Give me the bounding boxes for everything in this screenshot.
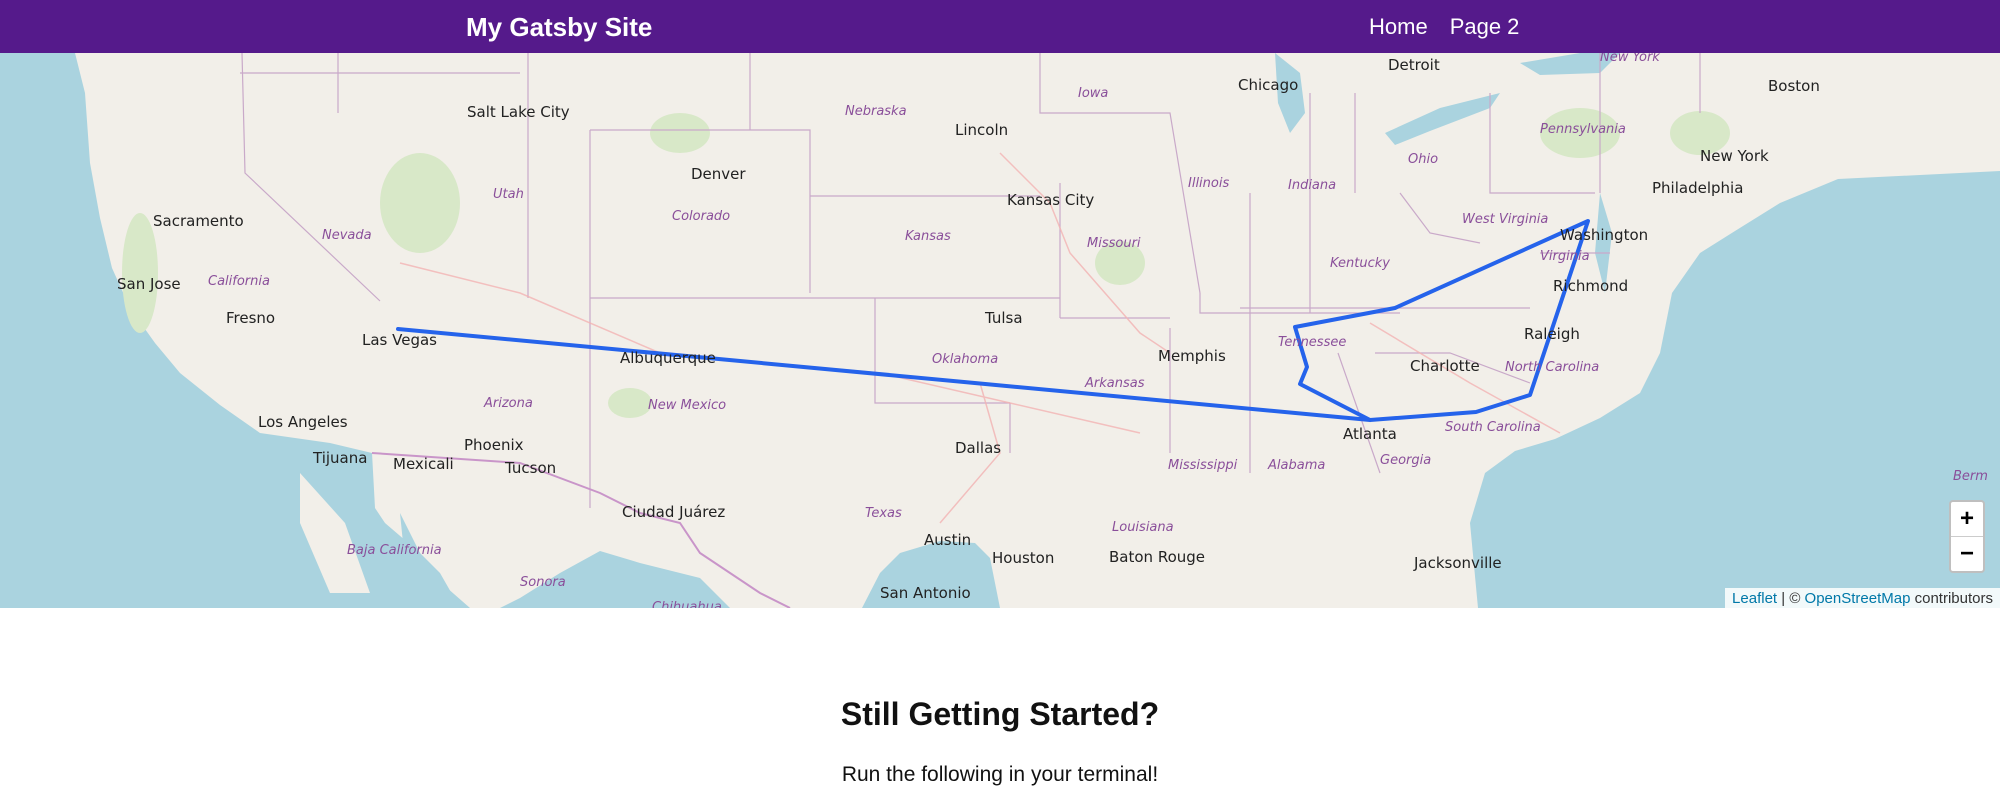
attribution-separator: | © — [1777, 590, 1805, 607]
map-city-label: Kansas City — [1007, 191, 1094, 209]
map-city-label: Sacramento — [153, 212, 244, 230]
map-city-label: Las Vegas — [362, 331, 437, 349]
map-city-label: San Antonio — [880, 584, 971, 602]
map-city-label: Chicago — [1238, 76, 1298, 94]
map[interactable]: Nebraska Iowa Utah Colorado Nevada Calif… — [0, 53, 2000, 608]
site-title[interactable]: My Gatsby Site — [466, 12, 652, 43]
map-city-label: Mexicali — [393, 455, 454, 473]
map-city-label: Washington — [1560, 226, 1648, 244]
nav-page-2-link[interactable]: Page 2 — [1450, 14, 1520, 40]
map-city-label: Austin — [924, 531, 971, 549]
map-region-label: Berm — [1953, 469, 1988, 484]
site-header: My Gatsby Site Home Page 2 — [0, 0, 2000, 53]
map-region-label: Arizona — [483, 396, 533, 411]
map-region-label: Georgia — [1380, 453, 1431, 468]
map-city-label: Boston — [1768, 77, 1820, 95]
map-region-label: Chihuahua — [652, 600, 722, 608]
map-city-label: New York — [1700, 147, 1769, 165]
map-region-label: North Carolina — [1505, 360, 1599, 375]
zoom-out-button[interactable]: − — [1951, 536, 1983, 570]
map-city-label: Richmond — [1553, 277, 1628, 295]
map-region-label: Iowa — [1078, 86, 1108, 101]
map-city-label: Lincoln — [955, 121, 1008, 139]
map-city-label: Memphis — [1158, 347, 1226, 365]
map-city-label: Ciudad Juárez — [622, 503, 725, 521]
map-city-label: Albuquerque — [620, 349, 716, 367]
map-region-label: Illinois — [1188, 176, 1229, 191]
map-city-label: Fresno — [226, 309, 275, 327]
map-region-label: New York — [1600, 53, 1660, 65]
zoom-in-button[interactable]: + — [1951, 502, 1983, 536]
leaflet-link[interactable]: Leaflet — [1732, 590, 1777, 607]
map-city-label: Dallas — [955, 439, 1001, 457]
main-nav: Home Page 2 — [1369, 14, 1519, 40]
map-city-label: Los Angeles — [258, 413, 348, 431]
map-region-label: Nebraska — [845, 104, 907, 119]
map-region-label: Texas — [865, 506, 902, 521]
map-region-label: Tennessee — [1278, 335, 1346, 350]
map-region-label: Pennsylvania — [1540, 122, 1626, 137]
map-city-label: Phoenix — [464, 436, 524, 454]
map-region-label: Kansas — [905, 229, 951, 244]
map-region-label: Alabama — [1267, 458, 1325, 473]
map-city-label: Tijuana — [312, 449, 367, 467]
map-city-label: Baton Rouge — [1109, 548, 1205, 566]
section-text: Run the following in your terminal! — [841, 763, 1159, 786]
map-region-label: South Carolina — [1445, 420, 1541, 435]
map-region-label: West Virginia — [1462, 212, 1548, 227]
map-region-label: Baja California — [347, 543, 442, 558]
map-region-label: California — [208, 274, 270, 289]
map-region-label: Virginia — [1540, 249, 1590, 264]
map-city-label: Jacksonville — [1413, 554, 1502, 572]
map-region-label: Arkansas — [1084, 376, 1145, 391]
map-region-label: Louisiana — [1112, 520, 1174, 535]
map-region-label: Indiana — [1288, 178, 1336, 193]
map-city-label: Tulsa — [984, 309, 1023, 327]
map-region-label: Ohio — [1408, 152, 1438, 167]
map-attribution: Leaflet | © OpenStreetMap contributors — [1725, 588, 2000, 608]
map-city-label: Denver — [691, 165, 746, 183]
zoom-control: + − — [1949, 500, 1985, 573]
map-region-label: New Mexico — [648, 398, 726, 413]
map-region-label: Colorado — [672, 209, 730, 224]
map-city-label: Detroit — [1388, 56, 1440, 74]
map-city-label: Tucson — [504, 459, 556, 477]
map-region-label: Utah — [493, 187, 524, 202]
map-city-label: Houston — [992, 549, 1054, 567]
map-region-label: Sonora — [520, 575, 566, 590]
map-city-label: Salt Lake City — [467, 103, 570, 121]
main-content: Still Getting Started? Run the following… — [0, 608, 2000, 804]
map-city-label: Atlanta — [1343, 425, 1397, 443]
map-city-label: Raleigh — [1524, 325, 1580, 343]
map-city-label: Philadelphia — [1652, 179, 1743, 197]
map-tiles: Nebraska Iowa Utah Colorado Nevada Calif… — [0, 53, 2000, 608]
nav-home-link[interactable]: Home — [1369, 14, 1428, 40]
map-region-label: Kentucky — [1330, 256, 1390, 271]
map-region-label: Mississippi — [1168, 458, 1238, 473]
map-city-label: Charlotte — [1410, 357, 1480, 375]
baja — [300, 473, 370, 593]
attribution-suffix: contributors — [1910, 590, 1993, 607]
map-region-label: Oklahoma — [932, 352, 998, 367]
section-heading: Still Getting Started? — [840, 696, 1160, 732]
map-region-label: Missouri — [1087, 236, 1141, 251]
map-region-label: Nevada — [322, 228, 372, 243]
osm-link[interactable]: OpenStreetMap — [1805, 590, 1911, 607]
map-city-label: San Jose — [117, 275, 181, 293]
